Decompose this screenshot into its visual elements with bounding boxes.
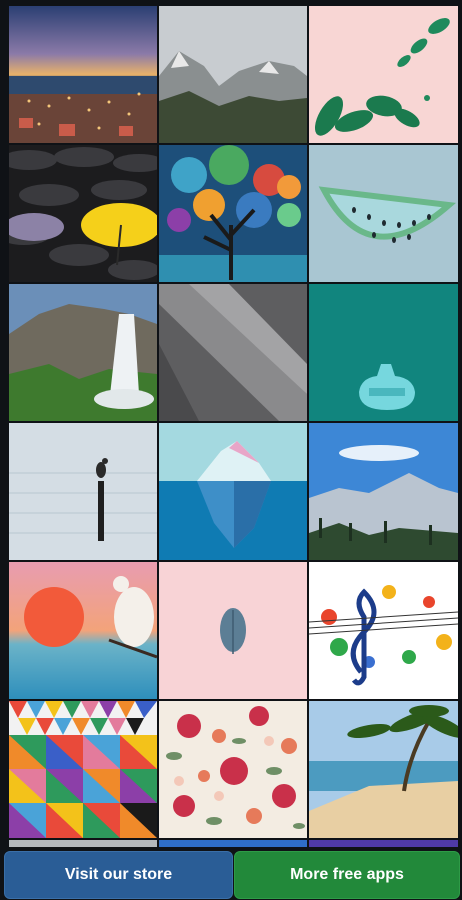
- iceberg-icon: [159, 423, 307, 560]
- visit-store-button[interactable]: Visit our store: [4, 851, 233, 899]
- bottom-action-bar: Visit our store More free apps: [0, 847, 462, 900]
- teal-bag-icon: [309, 284, 458, 421]
- wallpaper-tile-leaf[interactable]: [159, 562, 307, 699]
- grey-material-icon: [159, 284, 307, 421]
- wallpaper-tile-city[interactable]: [9, 6, 157, 143]
- wallpaper-tile-snowy-mountains[interactable]: [309, 423, 458, 560]
- wallpaper-tile-beach[interactable]: [309, 701, 458, 838]
- wallpaper-tile-floral[interactable]: [159, 701, 307, 838]
- leaf-on-pink-icon: [159, 562, 307, 699]
- wallpaper-grid: [9, 6, 458, 857]
- umbrellas-icon: [9, 145, 157, 282]
- waterfall-icon: [9, 284, 157, 421]
- music-notes-icon: [309, 562, 458, 699]
- floral-pattern-icon: [159, 701, 307, 838]
- city-at-dusk-icon: [9, 6, 157, 143]
- dove-sunset-icon: [9, 562, 157, 699]
- colorful-triangles-icon: [9, 701, 157, 838]
- snowy-mountains-icon: [309, 423, 458, 560]
- wallpaper-tile-triangles[interactable]: [9, 701, 157, 838]
- wallpaper-tile-watermelon[interactable]: [309, 145, 458, 282]
- wallpaper-tile-umbrellas[interactable]: [9, 145, 157, 282]
- wallpaper-tile-heron[interactable]: [9, 423, 157, 560]
- wallpaper-tile-mountains[interactable]: [159, 6, 307, 143]
- mountain-valley-icon: [159, 6, 307, 143]
- watermelon-slice-icon: [309, 145, 458, 282]
- wallpaper-tile-painted-tree[interactable]: [159, 145, 307, 282]
- palm-beach-icon: [309, 701, 458, 838]
- wallpaper-tile-leaves[interactable]: [309, 6, 458, 143]
- wallpaper-tile-iceberg[interactable]: [159, 423, 307, 560]
- tropical-leaves-icon: [309, 6, 458, 143]
- painted-tree-icon: [159, 145, 307, 282]
- wallpaper-tile-teal[interactable]: [309, 284, 458, 421]
- wallpaper-tile-music[interactable]: [309, 562, 458, 699]
- wallpaper-tile-waterfall[interactable]: [9, 284, 157, 421]
- more-free-apps-button[interactable]: More free apps: [234, 851, 460, 899]
- wallpaper-tile-dove[interactable]: [9, 562, 157, 699]
- wallpaper-tile-grey-material[interactable]: [159, 284, 307, 421]
- heron-on-post-icon: [9, 423, 157, 560]
